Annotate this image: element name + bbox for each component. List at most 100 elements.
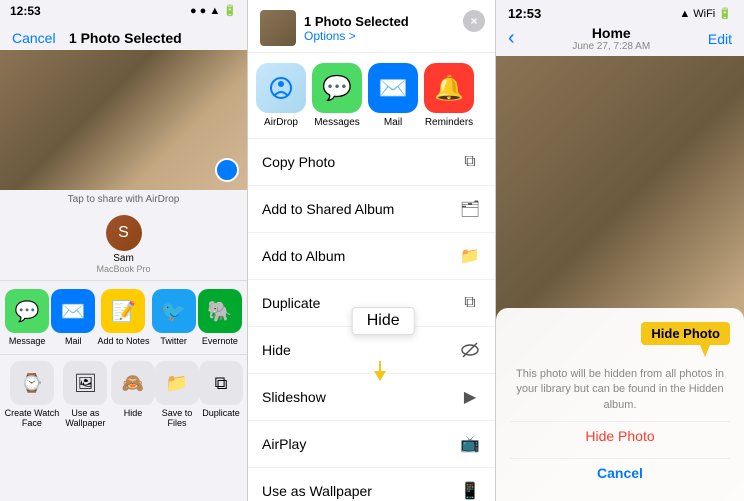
action-wallpaper[interactable]: 🖼 Use as Wallpaper [60,361,111,428]
nav-title: Home [592,25,631,41]
mail-icon: ✉️ [51,289,95,333]
cancel-button-p3[interactable]: Cancel [510,458,730,487]
messages-share-label: Messages [314,117,360,128]
twitter-icon: 🐦 [152,289,196,333]
app-row: 💬 Message ✉️ Mail 📝 Add to Notes 🐦 Twitt… [0,280,247,354]
use-as-wallpaper-label: Use as Wallpaper [262,483,459,499]
app-message-label: Message [9,336,46,346]
hide-photo-button[interactable]: Hide Photo [510,421,730,450]
panel2-thumbnail [260,10,296,46]
duplicate-menu-icon: ⧉ [459,292,481,314]
share-airdrop[interactable]: AirDrop [256,63,306,128]
evernote-icon: 🐘 [198,289,242,333]
menu-slideshow[interactable]: Slideshow ▶ [248,374,495,421]
nav-subtitle: June 27, 7:28 AM [572,41,650,52]
app-mail-label: Mail [65,336,82,346]
app-notes[interactable]: 📝 Add to Notes [97,289,149,346]
panel3-navigation: ‹ Home June 27, 7:28 AM Edit [496,23,744,56]
panel2-title: 1 Photo Selected [304,14,409,29]
photo-area: Hide Photo This photo will be hidden fro… [496,56,744,501]
action-save-files[interactable]: 📁 Save to Files [155,361,199,428]
app-mail[interactable]: ✉️ Mail [51,289,95,346]
copy-photo-icon: ⧉ [459,151,481,173]
airdrop-share-label: AirDrop [264,117,298,128]
menu-airplay[interactable]: AirPlay 📺 [248,421,495,468]
panel2-header: 1 Photo Selected Options > × [248,0,495,53]
status-bar-1: 12:53 ● ● ▲ 🔋 [0,0,247,22]
action-watch-face[interactable]: ⌚ Create Watch Face [4,361,60,428]
status-icons-3: ▲ WiFi 🔋 [679,7,732,20]
edit-button[interactable]: Edit [708,31,732,47]
hide-menu-label: Hide [262,342,459,358]
watch-face-label: Create Watch Face [4,408,60,428]
app-message[interactable]: 💬 Message [5,289,49,346]
share-mail[interactable]: ✉️ Mail [368,63,418,128]
add-album-icon: 📁 [459,245,481,267]
app-evernote-label: Evernote [202,336,238,346]
nav-title-group: Home June 27, 7:28 AM [572,25,650,52]
hide-arrow-p3 [700,345,710,357]
add-shared-album-icon: 🗂 [459,198,481,220]
add-album-label: Add to Album [262,248,459,264]
duplicate-label: Duplicate [202,408,240,418]
profile-sub: MacBook Pro [96,264,150,274]
menu-use-as-wallpaper[interactable]: Use as Wallpaper 📱 [248,468,495,501]
share-messages[interactable]: 💬 Messages [312,63,362,128]
back-button[interactable]: ‹ [508,27,515,50]
hide-photo-overlay: Hide Photo This photo will be hidden fro… [496,308,744,501]
panel2-header-info: 1 Photo Selected Options > [304,14,409,43]
action-hide[interactable]: 🙈 Hide [111,361,155,428]
message-icon: 💬 [5,289,49,333]
share-reminders[interactable]: 🔔 Reminders [424,63,474,128]
copy-photo-label: Copy Photo [262,154,459,170]
menu-copy-photo[interactable]: Copy Photo ⧉ [248,139,495,186]
airplay-label: AirPlay [262,436,459,452]
wallpaper-label: Use as Wallpaper [60,408,111,428]
reminders-share-icon: 🔔 [424,63,474,113]
slideshow-label: Slideshow [262,389,459,405]
airdrop-hint: Tap to share with AirDrop [0,190,247,209]
add-shared-album-label: Add to Shared Album [262,201,459,217]
share-icons-row: AirDrop 💬 Messages ✉️ Mail 🔔 Reminders [248,53,495,139]
wallpaper-icon: 🖼 [63,361,107,405]
action-duplicate[interactable]: ⧉ Duplicate [199,361,243,428]
use-as-wallpaper-icon: 📱 [459,480,481,501]
menu-hide[interactable]: Hide Hide [248,327,495,374]
app-evernote[interactable]: 🐘 Evernote [198,289,242,346]
app-twitter-label: Twitter [160,336,187,346]
bottom-actions-row: ⌚ Create Watch Face 🖼 Use as Wallpaper 🙈… [0,354,247,434]
hide-photo-badge-text: Hide Photo [651,326,720,341]
menu-add-shared-album[interactable]: Add to Shared Album 🗂 [248,186,495,233]
hide-description: This photo will be hidden from all photo… [510,367,730,413]
close-button[interactable]: × [463,10,485,32]
panel2-share-options: 1 Photo Selected Options > × AirDrop 💬 M… [248,0,496,501]
avatar: S [106,215,142,251]
cancel-button[interactable]: Cancel [12,30,56,46]
hide-photo-badge: Hide Photo [641,322,730,345]
status-time-1: 12:53 [10,4,41,18]
status-icons-1: ● ● ▲ 🔋 [190,4,237,18]
reminders-share-label: Reminders [425,117,473,128]
status-bar-3: 12:53 ▲ WiFi 🔋 [496,0,744,23]
messages-share-icon: 💬 [312,63,362,113]
app-twitter[interactable]: 🐦 Twitter [152,289,196,346]
panel1-header: Cancel 1 Photo Selected [0,22,247,50]
profile-name: Sam [113,253,134,264]
duplicate-icon: ⧉ [199,361,243,405]
panel1-title: 1 Photo Selected [69,30,182,46]
save-files-label: Save to Files [155,408,199,428]
hide-overlay-label: Hide [352,307,415,335]
hide-label-p1: Hide [124,408,143,418]
options-link[interactable]: Options > [304,29,409,43]
watch-face-icon: ⌚ [10,361,54,405]
panel3-hide-photo: 12:53 ▲ WiFi 🔋 ‹ Home June 27, 7:28 AM E… [496,0,744,501]
menu-add-album[interactable]: Add to Album 📁 [248,233,495,280]
photo-preview-1 [0,50,247,190]
status-time-3: 12:53 [508,6,541,21]
hide-menu-icon [459,339,481,361]
airplay-icon: 📺 [459,433,481,455]
slideshow-icon: ▶ [459,386,481,408]
profile-section: S Sam MacBook Pro [0,209,247,280]
airdrop-share-icon [256,63,306,113]
app-notes-label: Add to Notes [97,336,149,346]
